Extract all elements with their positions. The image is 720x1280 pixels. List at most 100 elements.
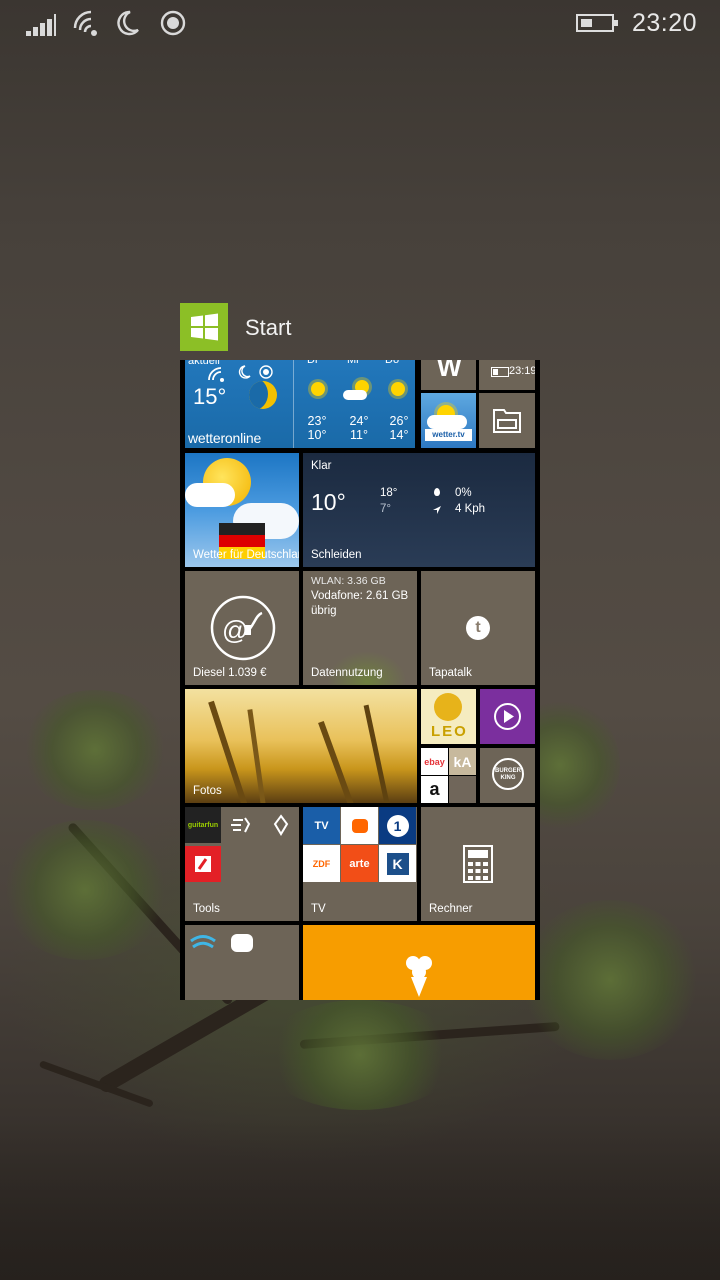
tile-label: Datennutzung [311, 667, 383, 679]
wetter-tv-badge: wetter.tv [425, 429, 472, 441]
ebay-icon: ebay [421, 748, 448, 775]
burger-king-icon: BURGER KING [492, 758, 524, 790]
forecast-low: 14° [389, 428, 409, 442]
status-bar: 23:20 [0, 0, 720, 48]
wind-direction-icon [433, 506, 441, 514]
wlan-usage: WLAN: 3.36 GB [311, 575, 386, 587]
tile-label: Fotos [193, 785, 222, 797]
tile-label: Rechner [429, 903, 473, 915]
forecast-high: 23° [307, 414, 327, 428]
status-clock: 23:20 [632, 9, 698, 37]
guitarfun-icon: guitarfun [185, 807, 221, 843]
tapatalk-tile[interactable]: t Tapatalk [421, 571, 535, 685]
wifi-icon [208, 367, 224, 382]
data-usage-tile[interactable]: WLAN: 3.36 GB Vodafone: 2.61 GB übrig Da… [303, 571, 417, 685]
fotos-tile[interactable]: Fotos [185, 689, 417, 803]
tile-label: Diesel 1.039 € [193, 667, 267, 679]
files-app-tile[interactable] [479, 393, 535, 448]
weather-radar-icon [185, 925, 221, 961]
w-app-tile[interactable]: W [421, 360, 476, 390]
forecast-high: 26° [389, 414, 409, 428]
grass-stalk [363, 704, 392, 803]
forecast-day: Di [307, 360, 318, 366]
location-icon [259, 365, 273, 379]
tools-folder-tile[interactable]: guitarfun Tools [185, 807, 299, 921]
runner-icon [224, 807, 260, 843]
weather-low: 7° [380, 503, 391, 515]
pine-needles [0, 820, 170, 960]
battery-icon [491, 367, 509, 377]
pine-needles [260, 1000, 460, 1110]
tellows-icon [185, 846, 221, 882]
location-icon [160, 10, 186, 36]
forecast-low: 11° [350, 428, 368, 442]
tile-label: TV [311, 903, 326, 915]
zattoo-icon [341, 807, 378, 844]
wifi-icon [73, 10, 97, 36]
tile-label: Tapatalk [429, 667, 472, 679]
wetter-tv-tile[interactable]: wetter.tv [421, 393, 476, 448]
moon-icon [238, 365, 251, 379]
wetter-fuer-deutschland-tile[interactable]: Wetter für Deutschland [185, 453, 299, 567]
weather-wind: 4 Kph [455, 503, 486, 515]
battery-app-tile[interactable]: 23:19 [479, 360, 535, 390]
ground-shade [0, 1120, 720, 1280]
forecast-day: Do [385, 360, 400, 366]
quiet-hours-moon-icon [117, 10, 139, 36]
w-letter: W [437, 360, 462, 382]
raindrop-icon [434, 488, 440, 496]
leo-text: LEO [431, 723, 468, 740]
grass-stalk [247, 709, 268, 803]
arte-icon: arte [341, 845, 378, 882]
forecast-low: 10° [307, 428, 327, 442]
cloud-icon [185, 483, 235, 507]
weather-tile[interactable]: Klar 10° 18° 7° 0% 4 Kph Schleiden [303, 453, 535, 567]
forecast-high: 24° [349, 414, 369, 428]
signal-strength-icon [26, 14, 56, 36]
bear-icon [224, 925, 260, 961]
weather-temp: 10° [311, 489, 346, 515]
svg-text:@: @ [222, 615, 248, 645]
weather-high: 18° [380, 487, 398, 499]
burger-king-tile[interactable]: BURGER KING [480, 748, 535, 803]
app-folder-tile[interactable] [185, 925, 299, 1000]
play-icon [494, 703, 521, 730]
wetteronline-brand: wetteronline [188, 430, 262, 446]
diesel-price-tile[interactable]: @ Diesel 1.039 € [185, 571, 299, 685]
media-player-tile[interactable] [480, 689, 535, 744]
battery-icon [576, 14, 618, 32]
vodafone-usage: Vodafone: 2.61 GB übrig [311, 590, 409, 617]
leo-dictionary-tile[interactable]: LEO [421, 689, 476, 744]
weather-precip: 0% [455, 487, 472, 499]
weather-condition: Klar [311, 460, 332, 472]
pine-needles [20, 690, 170, 810]
amazon-icon: a [421, 776, 448, 803]
ice-cream-app-tile[interactable] [303, 925, 535, 1000]
sun-icon [311, 382, 325, 396]
zdf-icon: ZDF [303, 845, 340, 882]
start-screen-preview[interactable]: aktuell 15° wetteronline Di Mi Do 23° 10°… [180, 360, 540, 1000]
tv-app-icon: TV [303, 807, 340, 844]
ice-cream-icon [406, 956, 432, 997]
calculator-tile[interactable]: Rechner [421, 807, 535, 921]
kleinanzeigen-icon: kA [449, 748, 476, 775]
tile-label: Tools [193, 903, 220, 915]
tapatalk-icon: t [466, 616, 490, 640]
windows-start-logo-icon[interactable] [180, 303, 228, 351]
weather-location: Schleiden [311, 549, 362, 561]
current-temperature: 15° [193, 384, 227, 409]
grass-stalk [318, 720, 358, 803]
battery-tile-time: 23:19 [509, 365, 535, 377]
cloud-icon [427, 415, 467, 429]
fuel-pump-icon: @ [210, 595, 276, 661]
wetteronline-tile[interactable]: aktuell 15° wetteronline Di Mi Do 23° 10°… [185, 360, 415, 448]
shopping-folder-tile[interactable]: ebay kA a [421, 748, 476, 803]
brush-icon [263, 807, 299, 843]
forecast-day: Mi [347, 360, 359, 366]
calculator-icon [463, 845, 493, 883]
tile-label: Wetter für Deutschland [193, 549, 299, 561]
cloud-icon [343, 390, 367, 400]
folder-icon [493, 409, 521, 433]
tv-folder-tile[interactable]: TV 1 ZDF arte K TV [303, 807, 417, 921]
start-title: Start [245, 315, 292, 340]
